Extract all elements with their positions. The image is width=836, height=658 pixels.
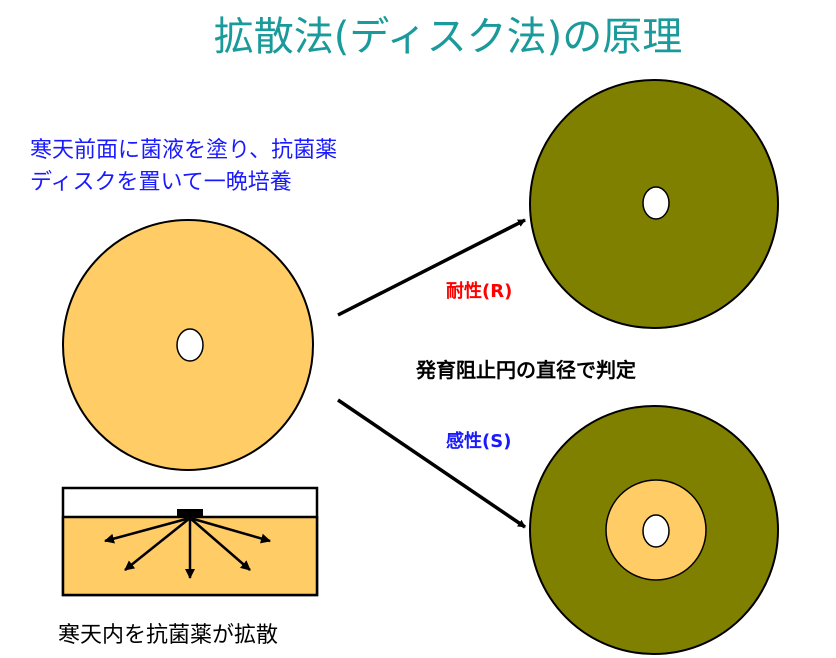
- disk-section: [177, 509, 203, 517]
- arrow-to-susceptible: [337, 398, 526, 529]
- susceptible-plate: [529, 405, 779, 655]
- susceptible-label: 感性(S): [446, 431, 512, 452]
- agar-cross-section: [61, 486, 319, 597]
- resistant-label: 耐性(R): [446, 281, 513, 302]
- antibiotic-disk: [642, 514, 670, 548]
- diagram: [61, 79, 779, 655]
- antibiotic-disk: [176, 328, 204, 362]
- resistant-plate: [529, 79, 779, 329]
- diffusion-caption: 寒天内を抗菌薬が拡散: [58, 623, 279, 648]
- agar-plate: [62, 219, 314, 471]
- judgement-text: 発育阻止円の直径で判定: [416, 358, 636, 382]
- antibiotic-disk: [642, 186, 670, 220]
